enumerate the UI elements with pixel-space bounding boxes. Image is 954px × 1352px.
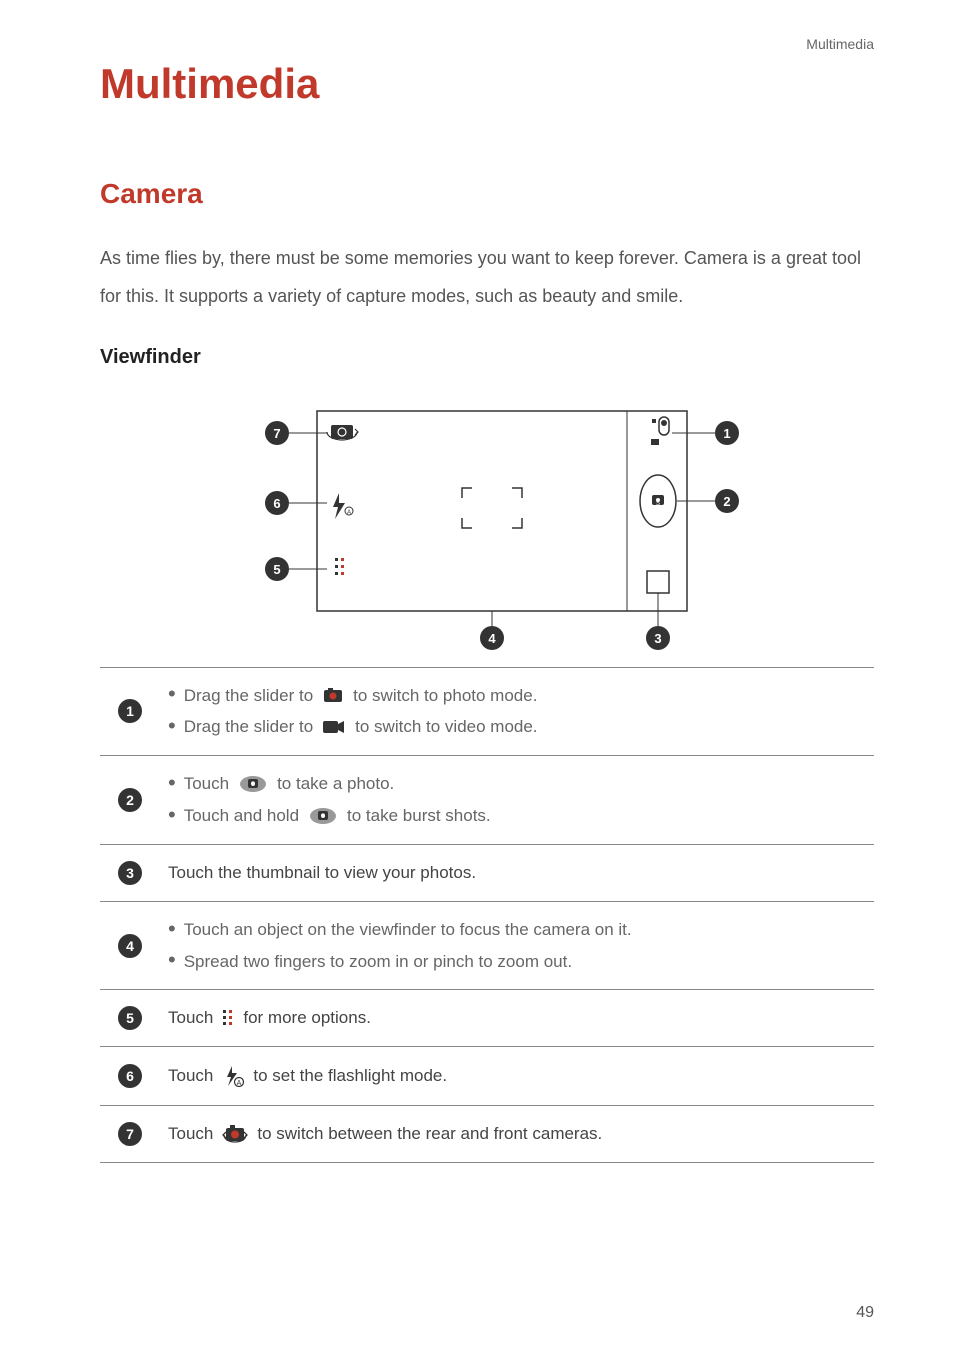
table-row: 4 •Touch an object on the viewfinder to … — [100, 901, 874, 990]
row-badge-3: 3 — [118, 861, 142, 885]
row-badge-1: 1 — [118, 699, 142, 723]
row6-post: to set the flashlight mode. — [253, 1066, 447, 1086]
row4-line2: Spread two fingers to zoom in or pinch t… — [184, 950, 572, 974]
subheading-viewfinder: Viewfinder — [100, 346, 874, 369]
legend-table: 1 •Drag the slider to to switch to photo… — [100, 667, 874, 1164]
shutter-small-icon: S — [238, 775, 268, 793]
mode-slider — [651, 417, 669, 445]
row1-line2-post: to switch to video mode. — [355, 715, 537, 739]
row2-line2-pre: Touch and hold — [184, 804, 299, 828]
focus-brackets — [462, 488, 522, 528]
row1-line2-pre: Drag the slider to — [184, 715, 313, 739]
more-icon-diagram — [335, 558, 344, 575]
row3-text: Touch the thumbnail to view your photos. — [168, 857, 866, 889]
table-row: 7 Touch to switch between the rear and f… — [100, 1106, 874, 1163]
switch-camera-icon-diagram — [327, 425, 358, 440]
callout-3: 3 — [654, 631, 661, 646]
row-badge-2: 2 — [118, 788, 142, 812]
callout-5: 5 — [273, 562, 280, 577]
row-badge-5: 5 — [118, 1006, 142, 1030]
svg-text:A: A — [237, 1080, 242, 1087]
table-row: 6 Touch A to set the flashlight mode. — [100, 1047, 874, 1106]
more-icon — [222, 1008, 234, 1028]
row2-line2-post: to take burst shots. — [347, 804, 491, 828]
table-row: 1 •Drag the slider to to switch to photo… — [100, 667, 874, 756]
callout-6: 6 — [273, 496, 280, 511]
row1-line1-post: to switch to photo mode. — [353, 684, 537, 708]
row1-line1-pre: Drag the slider to — [184, 684, 313, 708]
flash-auto-icon-diagram: A — [333, 493, 353, 519]
row7-post: to switch between the rear and front cam… — [257, 1124, 602, 1144]
switch-camera-icon — [222, 1124, 248, 1144]
intro-paragraph: As time flies by, there must be some mem… — [100, 240, 874, 316]
video-mode-icon — [322, 719, 346, 735]
page-number: 49 — [856, 1304, 874, 1322]
row4-line1: Touch an object on the viewfinder to foc… — [184, 918, 632, 942]
svg-text:S: S — [321, 814, 325, 820]
flash-auto-icon: A — [222, 1065, 244, 1087]
row-badge-7: 7 — [118, 1122, 142, 1146]
row7-pre: Touch — [168, 1124, 213, 1144]
callout-1: 1 — [723, 426, 730, 441]
shutter-button: S — [640, 475, 676, 527]
svg-text:S: S — [656, 501, 660, 507]
callout-7: 7 — [273, 426, 280, 441]
section-heading-camera: Camera — [100, 178, 874, 210]
table-row: 5 Touch for more options. — [100, 990, 874, 1047]
shutter-small-icon: S — [308, 807, 338, 825]
page-title: Multimedia — [100, 60, 874, 108]
row2-line1-post: to take a photo. — [277, 772, 394, 796]
gallery-thumb — [647, 571, 669, 605]
row2-line1-pre: Touch — [184, 772, 229, 796]
row-badge-4: 4 — [118, 934, 142, 958]
row5-pre: Touch — [168, 1008, 213, 1028]
camera-mode-icon — [322, 686, 344, 704]
row-badge-6: 6 — [118, 1064, 142, 1088]
row5-post: for more options. — [243, 1008, 371, 1028]
header-section-label: Multimedia — [806, 36, 874, 52]
table-row: 2 •Touch S to take a photo. •Touch and h… — [100, 756, 874, 845]
callout-4: 4 — [488, 631, 496, 646]
svg-text:S: S — [251, 782, 255, 788]
row6-pre: Touch — [168, 1066, 213, 1086]
table-row: 3 Touch the thumbnail to view your photo… — [100, 844, 874, 901]
viewfinder-diagram: S A — [100, 393, 874, 653]
callout-2: 2 — [723, 494, 730, 509]
auto-label: A — [347, 510, 351, 516]
